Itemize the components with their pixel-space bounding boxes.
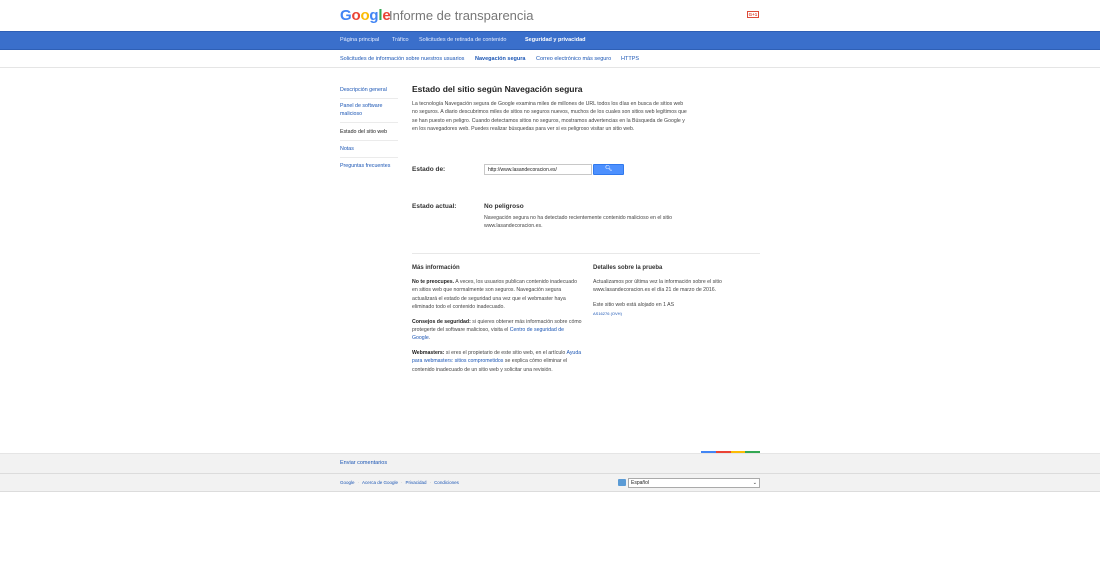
feedback-bar: Enviar comentarios xyxy=(0,453,1100,473)
footer-link-about[interactable]: Acerca de Google xyxy=(362,480,398,485)
status-of-label: Estado de: xyxy=(412,166,446,173)
sidebar-divider xyxy=(340,98,398,99)
google-logo[interactable]: Google xyxy=(340,7,391,24)
footer-link-terms[interactable]: Condiciones xyxy=(434,480,459,485)
sidebar-divider xyxy=(340,157,398,158)
section-divider xyxy=(412,253,760,254)
subnav-item-safe-browsing[interactable]: Navegación segura xyxy=(475,56,525,62)
sidebar-item-faq[interactable]: Preguntas frecuentes xyxy=(340,162,398,170)
current-status-label: Estado actual: xyxy=(412,203,457,210)
sidebar-item-notes[interactable]: Notas xyxy=(340,145,398,153)
sidebar-item-overview[interactable]: Descripción general xyxy=(340,86,398,94)
search-button[interactable]: 🔍︎ xyxy=(593,164,624,175)
status-value: No peligroso xyxy=(484,203,524,210)
product-title[interactable]: Informe de transparencia xyxy=(389,8,534,23)
status-description: Navegación segura no ha detectado recien… xyxy=(484,215,673,230)
search-icon: 🔍︎ xyxy=(604,166,613,172)
url-input[interactable] xyxy=(484,164,592,175)
subnav-item-https[interactable]: HTTPS xyxy=(621,56,639,62)
sub-nav: Solicitudes de información sobre nuestro… xyxy=(0,51,1100,68)
test-details-title: Detalles sobre la prueba xyxy=(593,265,663,271)
subnav-item-safer-email[interactable]: Correo electrónico más seguro xyxy=(536,56,611,62)
footer-links: Google · Acerca de Google · Privacidad · Condi… xyxy=(340,480,459,485)
main-nav: Página principal Tráfico Solicitudes de … xyxy=(0,31,1100,50)
last-update-text: Actualizamos por última vez la informaci… xyxy=(593,279,722,294)
hosting-text: Este sitio web está alojado en 1 AS xyxy=(593,301,675,308)
sidebar-item-site-status: Estado del sitio web xyxy=(340,129,388,135)
page-footer: Google · Acerca de Google · Privacidad · Condi… xyxy=(0,473,1100,492)
language-select[interactable]: Español ⌄ xyxy=(628,478,760,488)
gplus-button[interactable]: G+1 xyxy=(747,11,759,18)
webmasters-paragraph: Webmasters: si eres el propietario de es… xyxy=(412,349,582,373)
nav-item-removals[interactable]: Solicitudes de retirada de contenido xyxy=(419,37,506,43)
asn-link[interactable]: AS16276 (OVH) xyxy=(593,311,761,316)
footer-link-google[interactable]: Google xyxy=(340,480,355,485)
intro-text: La tecnología Navegación segura de Googl… xyxy=(412,101,687,133)
more-info-section: Más información No te preocupes. A veces… xyxy=(412,265,582,380)
language-selected: Español xyxy=(631,480,650,486)
sidebar-divider xyxy=(340,122,398,123)
subnav-item-user-data[interactable]: Solicitudes de información sobre nuestro… xyxy=(340,56,464,62)
test-details-section: Detalles sobre la prueba Actualizamos po… xyxy=(593,265,761,316)
nav-item-security[interactable]: Seguridad y privacidad xyxy=(525,37,586,43)
sidebar-divider xyxy=(340,140,398,141)
safety-tips-paragraph: Consejos de seguridad: si quieres obtene… xyxy=(412,318,582,342)
more-info-paragraph: No te preocupes. A veces, los usuarios p… xyxy=(412,279,577,311)
nav-item-home[interactable]: Página principal xyxy=(340,37,379,43)
page-title: Estado del sitio según Navegación segura xyxy=(412,84,583,94)
page-header: Google Informe de transparencia G+1 xyxy=(0,0,1100,31)
language-icon xyxy=(618,479,626,486)
send-feedback-link[interactable]: Enviar comentarios xyxy=(340,460,387,466)
more-info-title: Más información xyxy=(412,265,460,271)
footer-link-privacy[interactable]: Privacidad xyxy=(406,480,427,485)
nav-item-traffic[interactable]: Tráfico xyxy=(392,37,409,43)
sidebar-item-malware-dashboard[interactable]: Panel de software malicioso xyxy=(340,102,398,118)
chevron-down-icon: ⌄ xyxy=(752,480,757,486)
